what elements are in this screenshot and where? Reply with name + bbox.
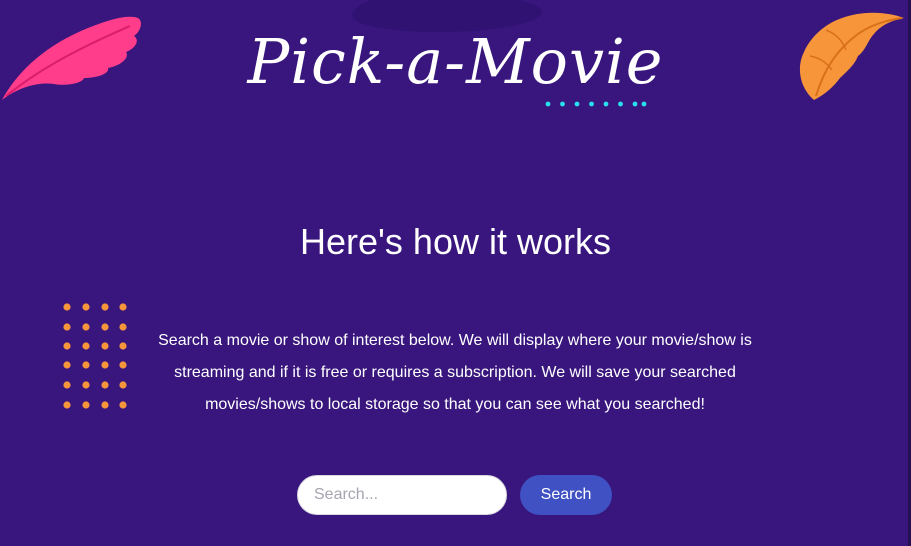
description-line: streaming and if it is free or requires … bbox=[174, 364, 736, 381]
orange-dot-grid-icon bbox=[63, 303, 127, 409]
site-title: Pick-a-Movie bbox=[247, 25, 664, 98]
search-input[interactable] bbox=[297, 475, 507, 515]
description-line: Search a movie or show of interest below… bbox=[158, 332, 752, 349]
search-form: Search bbox=[0, 475, 911, 515]
description-line: movies/shows to local storage so that yo… bbox=[205, 396, 705, 413]
page-root: Pick-a-Movie Here's how it works Search … bbox=[0, 0, 911, 546]
search-button[interactable]: Search bbox=[520, 475, 612, 515]
how-it-works-description: Search a movie or show of interest below… bbox=[150, 325, 760, 421]
how-it-works-heading: Here's how it works bbox=[300, 221, 611, 262]
cyan-dotted-underline-icon bbox=[545, 101, 647, 107]
